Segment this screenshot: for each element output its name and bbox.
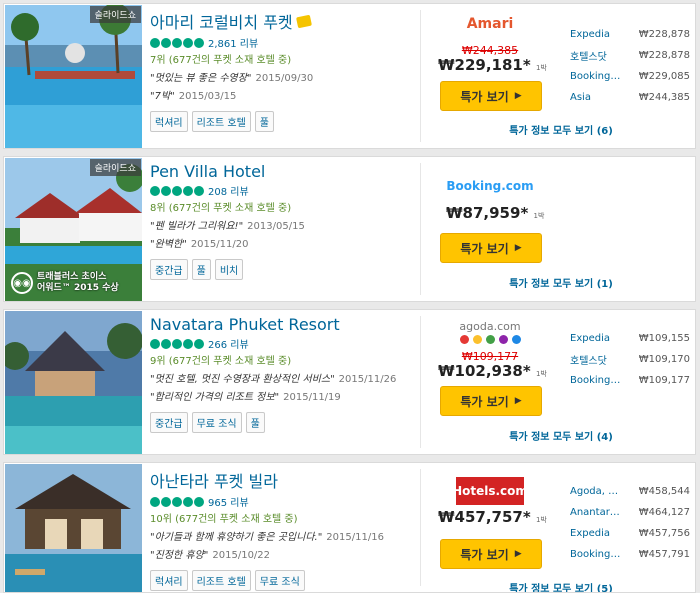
other-deal-row[interactable]: 호텔스닷 ₩109,170 bbox=[570, 349, 690, 370]
other-deal-row[interactable]: 호텔스닷 ₩228,878 bbox=[570, 45, 690, 66]
other-deal-row[interactable]: Expedia ₩228,878 bbox=[570, 24, 690, 45]
amenity-tag[interactable]: 풀 bbox=[245, 412, 265, 433]
popularity-rank: 10위 (677건의 푸켓 소재 호텔 중) bbox=[150, 514, 298, 525]
view-all-deals-link[interactable]: 특가 정보 모두 보기 (5) bbox=[426, 580, 695, 592]
other-deals-list: Expedia ₩228,878 호텔스닷 ₩228,878 Booking… ₩22… bbox=[570, 24, 690, 108]
amenity-tag[interactable]: 무료 조식 bbox=[254, 570, 305, 591]
amenity-tag[interactable]: 럭셔리 bbox=[150, 570, 188, 591]
other-deal-row[interactable]: Booking… ₩109,177 bbox=[570, 370, 690, 391]
provider-logo-booking[interactable]: Booking.com bbox=[426, 179, 554, 193]
rating-bubbles bbox=[150, 496, 205, 507]
amenity-tag[interactable]: 중간급 bbox=[150, 259, 188, 280]
view-all-deals-link[interactable]: 특가 정보 모두 보기 (1) bbox=[426, 275, 695, 290]
view-deal-button[interactable]: 특가 보기 ▶ bbox=[440, 233, 542, 263]
review-snippet[interactable]: "진정한 휴양" 2015/10/22 bbox=[150, 546, 415, 561]
review-count[interactable]: 266 리뷰 bbox=[208, 336, 249, 351]
other-deal-row[interactable]: Anantar… ₩464,127 bbox=[570, 502, 690, 523]
amenity-tag[interactable]: 비치 bbox=[214, 259, 244, 280]
view-deal-button[interactable]: 특가 보기 ▶ bbox=[440, 539, 542, 569]
hotel-name[interactable]: Navatara Phuket Resort bbox=[150, 315, 340, 334]
amenity-tag[interactable]: 풀 bbox=[254, 111, 274, 132]
deal-price: ₩102,938* 1박 bbox=[438, 362, 547, 380]
other-deal-row[interactable]: Agoda, … ₩458,544 bbox=[570, 481, 690, 502]
view-deal-button[interactable]: 특가 보기 ▶ bbox=[440, 81, 542, 111]
review-snippet[interactable]: "7박" 2015/03/15 bbox=[150, 87, 415, 102]
hotel-name[interactable]: Pen Villa Hotel bbox=[150, 162, 265, 181]
hotel-card: 아난타라 푸켓 빌라 965 리뷰 10위 (677건의 푸켓 소재 호텔 중)… bbox=[3, 462, 696, 593]
deal-price: ₩229,181* 1박 bbox=[438, 56, 547, 74]
other-deal-row[interactable]: Asia ₩244,385 bbox=[570, 87, 690, 108]
review-count[interactable]: 2,861 리뷰 bbox=[208, 35, 258, 50]
owl-icon: ◉◉ bbox=[11, 272, 33, 294]
rating-bubbles bbox=[150, 338, 205, 349]
hotel-photo[interactable]: 슬라이드쇼 ◉◉ 트래블러스 초이스 어워드™ 2015 수상 bbox=[5, 158, 142, 301]
slideshow-badge[interactable]: 슬라이드쇼 bbox=[89, 159, 141, 176]
review-count[interactable]: 208 리뷰 bbox=[208, 183, 249, 198]
review-snippet[interactable]: "펜 빌라가 그리워요!" 2013/05/15 bbox=[150, 217, 415, 232]
amenity-tag[interactable]: 무료 조식 bbox=[191, 412, 242, 433]
other-deal-row[interactable]: Expedia ₩457,756 bbox=[570, 523, 690, 544]
divider bbox=[420, 316, 421, 448]
hotel-photo[interactable] bbox=[5, 464, 142, 592]
review-snippet[interactable]: "멋진 호텔, 멋진 수영장과 환상적인 서비스" 2015/11/26 bbox=[150, 370, 415, 385]
rating-bubbles bbox=[150, 37, 205, 48]
other-deal-row[interactable]: Expedia ₩109,155 bbox=[570, 328, 690, 349]
review-snippet[interactable]: "완벽한" 2015/11/20 bbox=[150, 235, 415, 250]
deal-price: ₩87,959* 1박 bbox=[446, 204, 545, 222]
other-deal-row[interactable]: Booking… ₩457,791 bbox=[570, 544, 690, 565]
amenity-tag[interactable]: 풀 bbox=[191, 259, 211, 280]
other-deal-row[interactable]: Booking… ₩229,085 bbox=[570, 66, 690, 87]
other-deals-list: Agoda, … ₩458,544 Anantar… ₩464,127 Expedi… bbox=[570, 481, 690, 565]
travellers-choice-award: ◉◉ 트래블러스 초이스 어워드™ 2015 수상 bbox=[11, 272, 119, 294]
amenity-tag[interactable]: 리조트 호텔 bbox=[191, 570, 251, 591]
view-deal-button[interactable]: 특가 보기 ▶ bbox=[440, 386, 542, 416]
hotel-name[interactable]: 아마리 코럴비치 푸켓 bbox=[150, 9, 293, 33]
amenity-tag[interactable]: 럭셔리 bbox=[150, 111, 188, 132]
amenity-tag[interactable]: 리조트 호텔 bbox=[191, 111, 251, 132]
review-snippet[interactable]: "멋있는 뷰 좋은 수영장" 2015/09/30 bbox=[150, 69, 415, 84]
hotel-name[interactable]: 아난타라 푸켓 빌라 bbox=[150, 468, 278, 492]
review-snippet[interactable]: "합리적인 가격의 리조트 정보" 2015/11/19 bbox=[150, 388, 415, 403]
other-deals-list: Expedia ₩109,155 호텔스닷 ₩109,170 Booking… ₩10… bbox=[570, 328, 690, 391]
tag-icon bbox=[295, 14, 312, 28]
amenity-tag[interactable]: 중간급 bbox=[150, 412, 188, 433]
review-snippet[interactable]: "아기들과 함께 휴양하기 좋은 곳입니다." 2015/11/16 bbox=[150, 528, 415, 543]
hotel-photo[interactable]: 슬라이드쇼 bbox=[5, 5, 142, 148]
popularity-rank: 8위 (677건의 푸켓 소재 호텔 중) bbox=[150, 203, 292, 214]
divider bbox=[420, 469, 421, 586]
divider bbox=[420, 163, 421, 295]
hotel-card: Navatara Phuket Resort 266 리뷰 9위 (677건의 … bbox=[3, 309, 696, 455]
divider bbox=[420, 10, 421, 142]
hotel-card: 슬라이드쇼 ◉◉ 트래블러스 초이스 어워드™ 2015 수상 Pen Villa… bbox=[3, 156, 696, 302]
provider-logo-amari[interactable]: Amari bbox=[426, 16, 554, 32]
review-count[interactable]: 965 리뷰 bbox=[208, 494, 249, 509]
popularity-rank: 7위 (677건의 푸켓 소재 호텔 중) bbox=[150, 55, 292, 66]
popularity-rank: 9위 (677건의 푸켓 소재 호텔 중) bbox=[150, 356, 292, 367]
view-all-deals-link[interactable]: 특가 정보 모두 보기 (6) bbox=[426, 122, 695, 137]
provider-logo-agoda[interactable]: agoda.com bbox=[426, 320, 554, 344]
hotel-photo[interactable] bbox=[5, 311, 142, 454]
deal-price: ₩457,757* 1박 bbox=[438, 508, 547, 526]
rating-bubbles bbox=[150, 185, 205, 196]
slideshow-badge[interactable]: 슬라이드쇼 bbox=[89, 6, 141, 23]
hotel-card: 슬라이드쇼 아마리 코럴비치 푸켓 2,861 리뷰 7위 (677건의 푸켓 … bbox=[3, 3, 696, 149]
view-all-deals-link[interactable]: 특가 정보 모두 보기 (4) bbox=[426, 428, 695, 443]
provider-logo-hotels[interactable]: Hotels.com bbox=[452, 477, 528, 505]
